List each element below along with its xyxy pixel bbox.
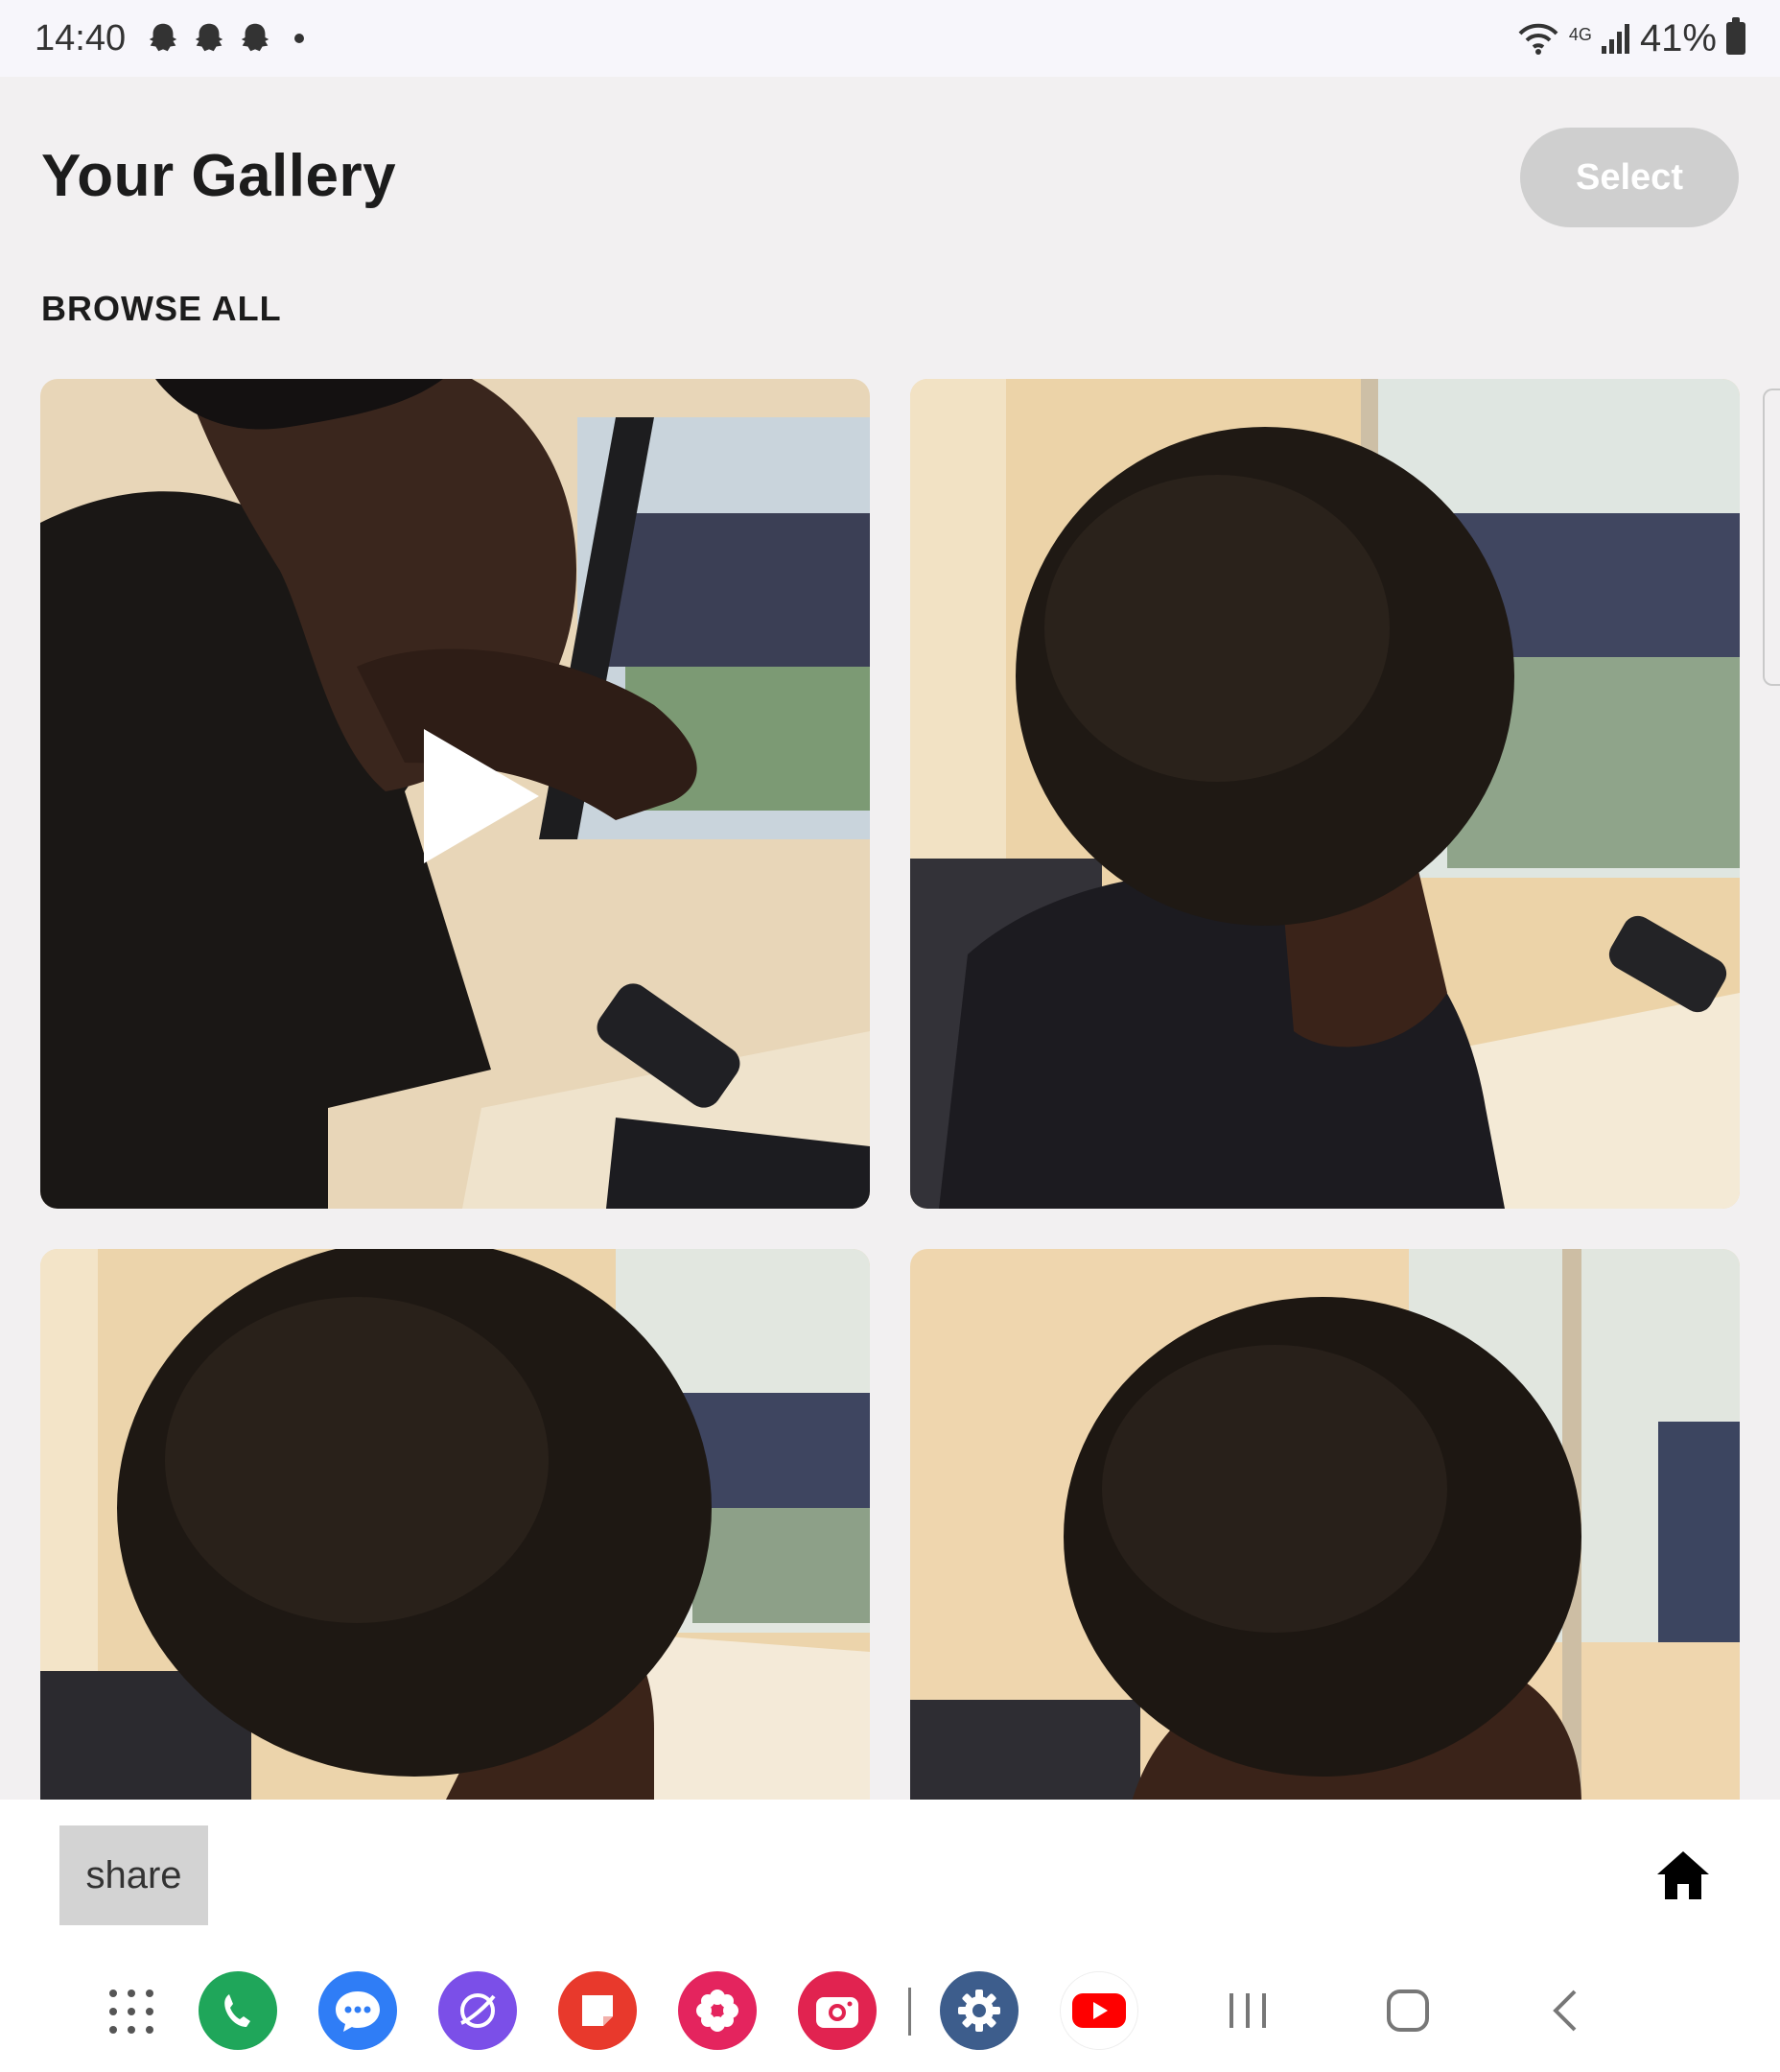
snapchat-icon	[241, 23, 269, 52]
bottom-action-bar	[0, 1800, 1780, 1929]
youtube-icon[interactable]	[1060, 1971, 1138, 2050]
settings-icon[interactable]	[940, 1971, 1019, 2050]
photo-thumbnail	[910, 1249, 1740, 1805]
gallery-item-photo[interactable]	[40, 1249, 870, 1805]
camera-icon[interactable]	[798, 1971, 877, 2050]
gallery-item-photo[interactable]	[910, 379, 1740, 1209]
video-thumbnail	[40, 379, 870, 1209]
snapchat-icon	[195, 23, 223, 52]
status-left: 14:40	[35, 17, 305, 59]
browse-all-heading: BROWSE ALL	[41, 289, 282, 328]
select-button[interactable]: Select	[1520, 128, 1739, 227]
apps-grid-icon[interactable]	[107, 1988, 155, 2036]
messages-icon[interactable]	[318, 1971, 397, 2050]
flower-icon[interactable]	[678, 1971, 757, 2050]
back-icon[interactable]	[1548, 1986, 1582, 2036]
page-title: Your Gallery	[41, 143, 397, 209]
scroll-handle[interactable]	[1763, 388, 1780, 686]
status-right: 4G 41%	[1517, 17, 1745, 60]
notification-dot	[294, 34, 305, 43]
network-type: 4G	[1568, 24, 1592, 44]
notes-icon[interactable]	[558, 1971, 637, 2050]
gallery-item-photo[interactable]	[910, 1249, 1740, 1805]
signal-icon	[1601, 24, 1629, 54]
battery-percent: 41%	[1639, 16, 1717, 59]
status-time: 14:40	[35, 17, 127, 59]
taskbar-divider	[908, 1988, 911, 2036]
photo-thumbnail	[910, 379, 1740, 1209]
phone-icon[interactable]	[199, 1971, 277, 2050]
gallery-item-video[interactable]	[40, 379, 870, 1209]
share-button[interactable]: share	[59, 1825, 208, 1925]
wifi-icon	[1518, 23, 1558, 55]
home-nav-icon[interactable]	[1384, 1986, 1432, 2036]
browser-icon[interactable]	[438, 1971, 517, 2050]
snapchat-icon	[149, 23, 177, 52]
status-bar: 14:40 4G 41%	[0, 0, 1780, 77]
battery-icon	[1726, 17, 1745, 55]
recents-icon[interactable]	[1228, 1986, 1268, 2036]
home-icon[interactable]	[1653, 1846, 1713, 1905]
photo-thumbnail	[40, 1249, 870, 1805]
